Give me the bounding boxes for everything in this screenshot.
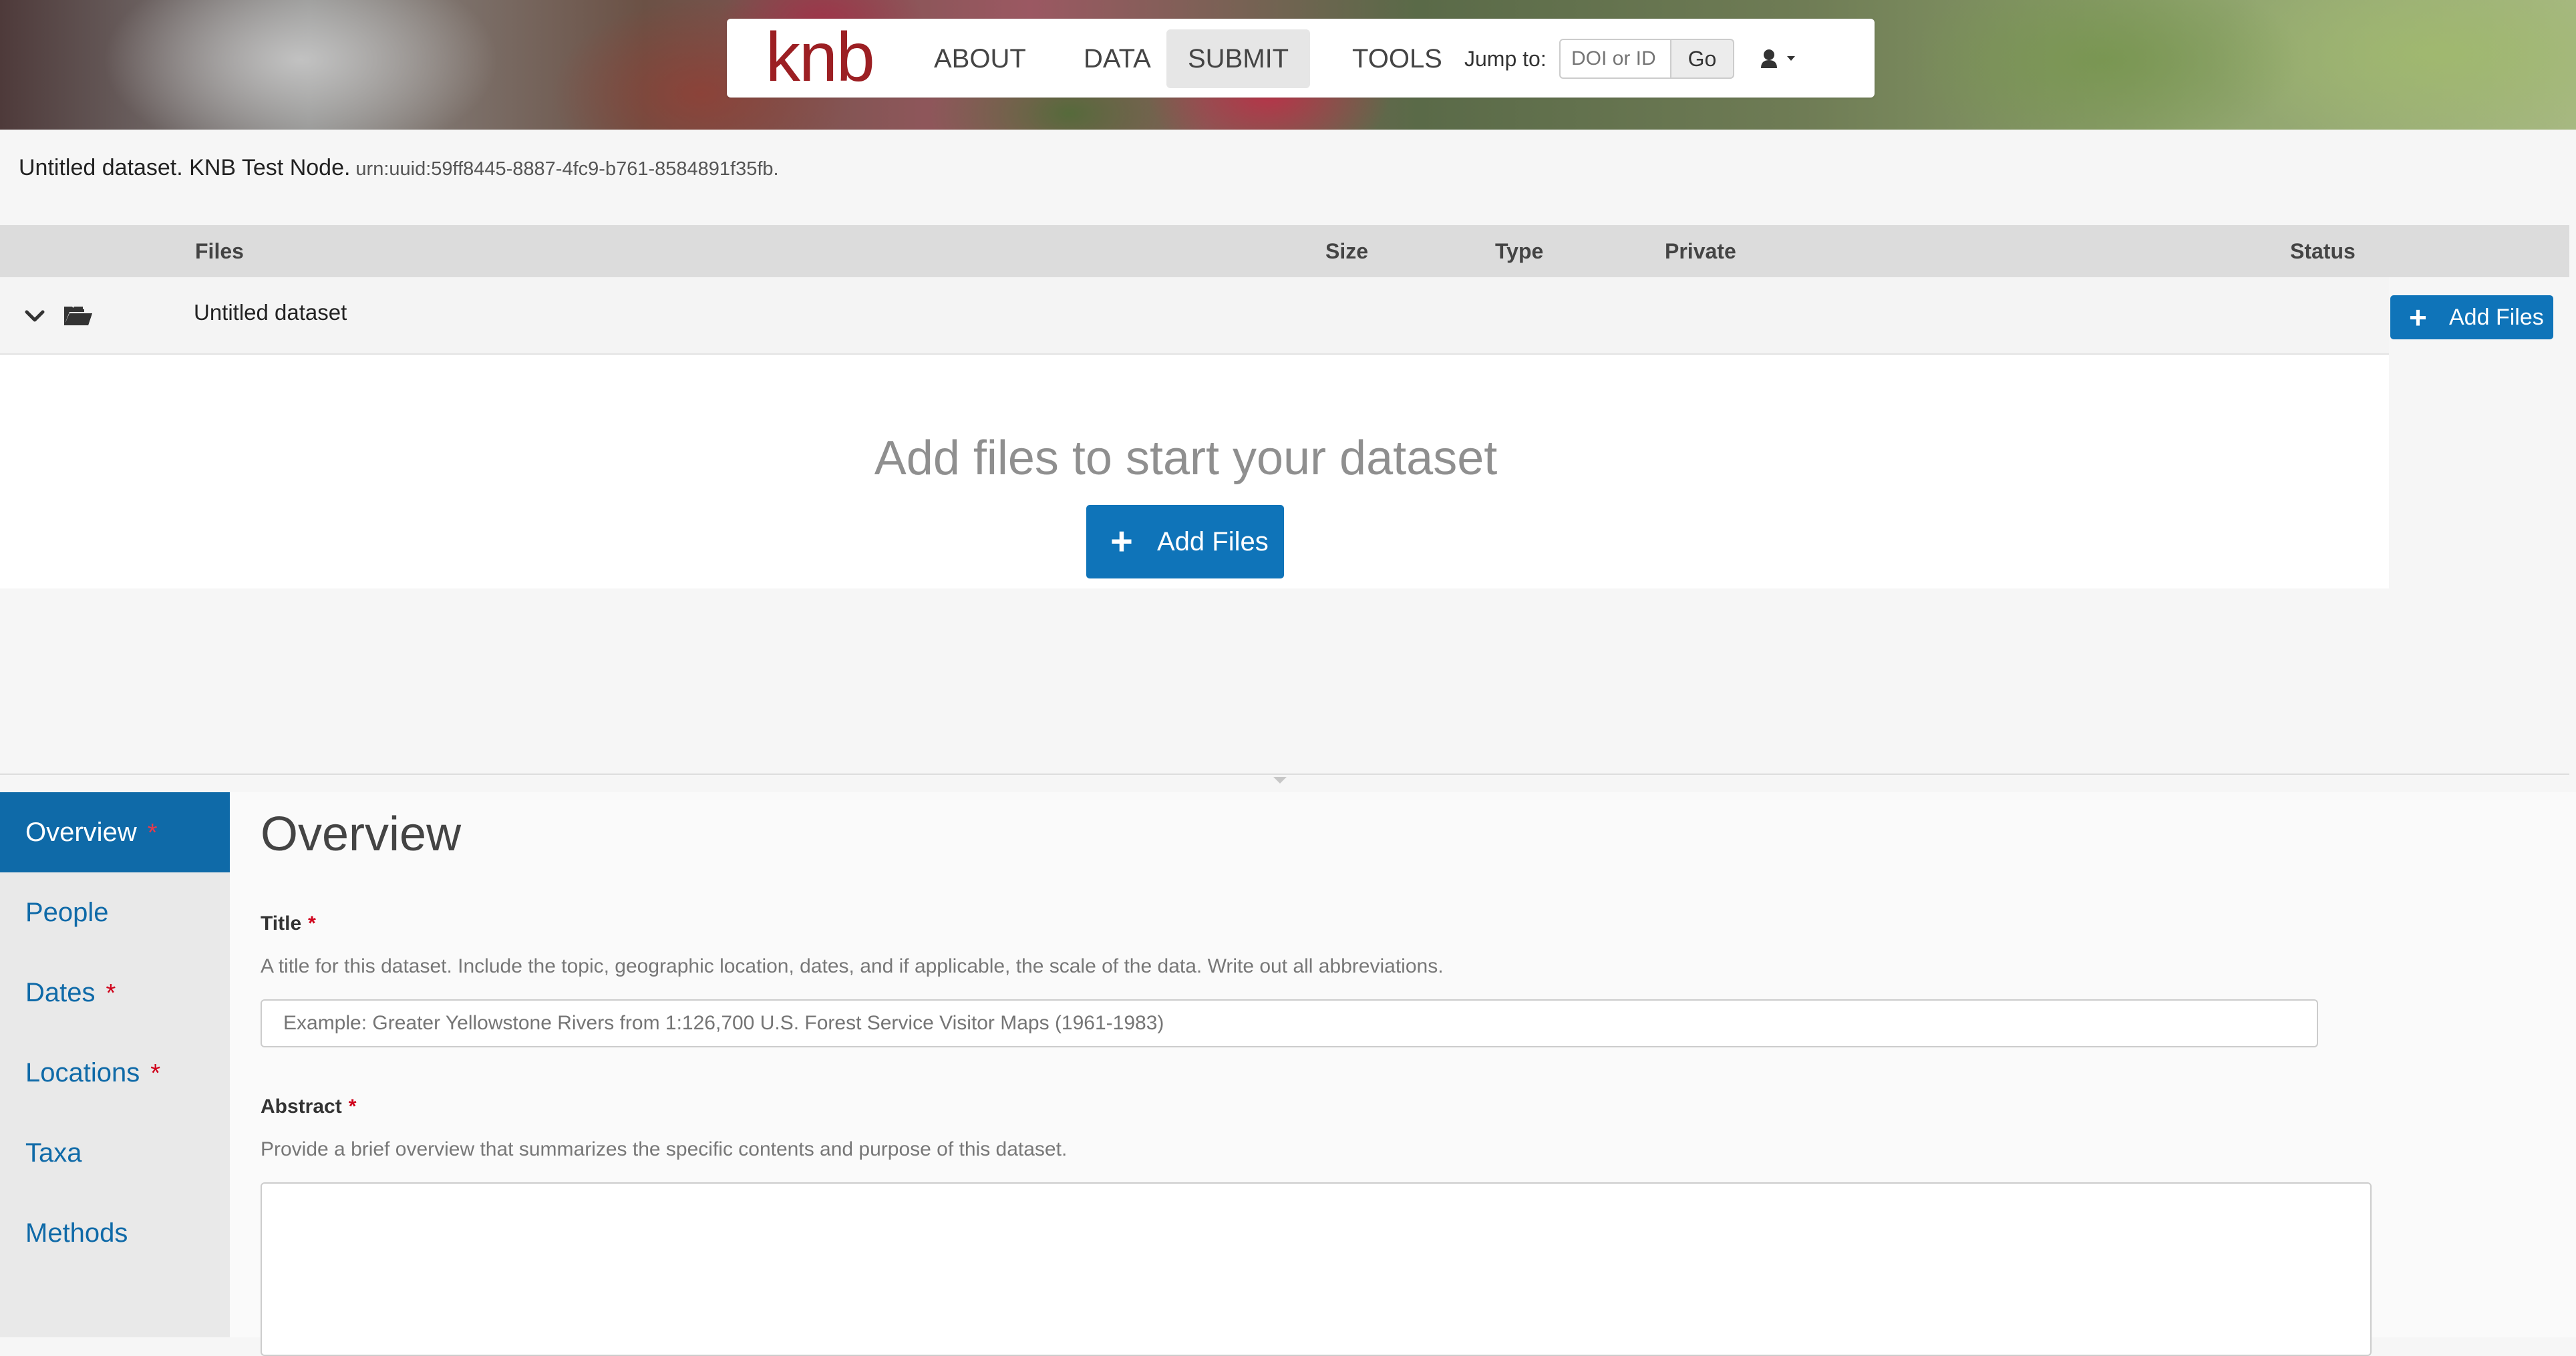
sidebar-item-locations[interactable]: Locations * xyxy=(0,1033,230,1113)
folder-open-icon xyxy=(64,307,92,325)
header-status: Status xyxy=(2290,239,2356,263)
required-marker: * xyxy=(348,1095,357,1118)
sidebar-item-methods[interactable]: Methods xyxy=(0,1193,230,1273)
chevron-down-icon[interactable] xyxy=(24,305,45,327)
add-files-large-label: Add Files xyxy=(1157,527,1269,556)
sidebar-item-label: Overview xyxy=(25,818,137,847)
jump-to-input[interactable] xyxy=(1559,39,1671,79)
caret-down-icon xyxy=(1787,56,1795,61)
title-label-text: Title xyxy=(261,912,302,935)
table-row: Untitled dataset xyxy=(0,277,2389,355)
sidebar-item-label: Locations xyxy=(25,1058,140,1087)
sidebar-item-label: Taxa xyxy=(25,1138,82,1168)
editor-main: Overview Title * A title for this dataset… xyxy=(230,792,2576,1356)
go-button[interactable]: Go xyxy=(1670,39,1734,79)
header-private: Private xyxy=(1665,239,1736,263)
nav-about[interactable]: ABOUT xyxy=(913,29,1048,88)
top-navbar: knb ABOUT DATA SUBMIT TOOLS Jump to: Go xyxy=(727,19,1875,98)
sidebar-item-label: Methods xyxy=(25,1218,128,1248)
title-help: A title for this dataset. Include the to… xyxy=(261,955,1444,977)
required-marker: * xyxy=(150,1059,161,1087)
required-marker: * xyxy=(106,979,116,1007)
knb-logo[interactable]: knb xyxy=(766,23,875,92)
panel-splitter[interactable] xyxy=(0,774,2569,775)
abstract-help: Provide a brief overview that summarizes… xyxy=(261,1138,1068,1160)
plus-icon: + xyxy=(2409,300,2427,335)
sidebar-item-dates[interactable]: Dates * xyxy=(0,953,230,1033)
nav-data[interactable]: DATA xyxy=(1062,29,1172,88)
abstract-label: Abstract * xyxy=(261,1095,356,1118)
plus-icon: + xyxy=(1110,520,1133,563)
citation-identifier: urn:uuid:59ff8445-8887-4fc9-b761-8584891… xyxy=(355,158,779,180)
required-marker: * xyxy=(308,912,316,935)
jump-to-label: Jump to: xyxy=(1464,47,1547,71)
add-files-button[interactable]: + Add Files xyxy=(2390,295,2553,339)
dataset-citation: Untitled dataset. KNB Test Node. urn:uuid… xyxy=(19,155,779,181)
sidebar-item-label: Dates xyxy=(25,978,96,1007)
title-input[interactable] xyxy=(261,999,2318,1047)
splitter-arrow-icon[interactable] xyxy=(1273,777,1287,784)
sidebar-item-overview[interactable]: Overview * xyxy=(0,792,230,872)
nav-submit[interactable]: SUBMIT xyxy=(1166,29,1311,88)
dataset-name: Untitled dataset xyxy=(194,300,347,325)
add-files-label: Add Files xyxy=(2449,305,2544,330)
citation-text: Untitled dataset. KNB Test Node. xyxy=(19,155,351,180)
section-title: Overview xyxy=(261,808,462,861)
editor-sidebar: Overview * People Dates * Locations * Taxa … xyxy=(0,792,230,1337)
header-type: Type xyxy=(1495,239,1544,263)
nav-tools[interactable]: TOOLS xyxy=(1331,29,1464,88)
files-table-header: Files Size Type Private Status xyxy=(0,225,2569,277)
empty-state-message: Add files to start your dataset xyxy=(874,432,1498,485)
title-label: Title * xyxy=(261,912,316,935)
abstract-label-text: Abstract xyxy=(261,1095,342,1118)
user-menu-button[interactable] xyxy=(1756,41,1809,76)
required-marker: * xyxy=(147,819,158,847)
header-files: Files xyxy=(195,239,244,263)
sidebar-item-taxa[interactable]: Taxa xyxy=(0,1113,230,1193)
header-size: Size xyxy=(1325,239,1369,263)
add-files-button-large[interactable]: + Add Files xyxy=(1086,505,1284,578)
user-icon xyxy=(1761,49,1777,68)
abstract-textarea[interactable] xyxy=(261,1182,2372,1356)
sidebar-item-people[interactable]: People xyxy=(0,872,230,953)
sidebar-item-label: People xyxy=(25,898,109,927)
